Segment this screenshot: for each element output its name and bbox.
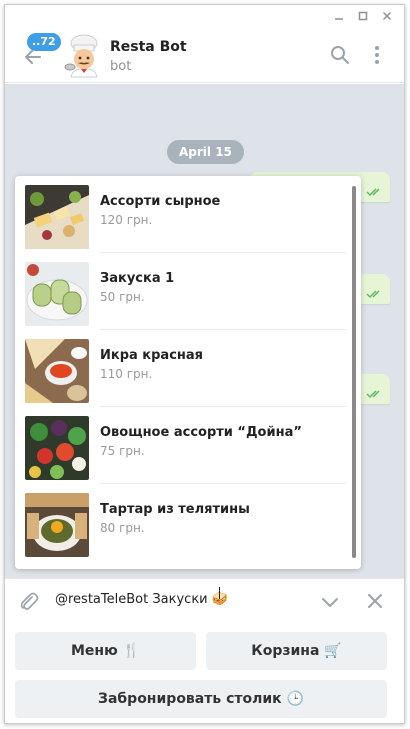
more-button[interactable] xyxy=(365,43,389,67)
result-price: 110 грн. xyxy=(100,367,153,381)
double-check-icon xyxy=(366,290,380,299)
search-button[interactable] xyxy=(328,43,352,67)
result-title: Закуска 1 xyxy=(100,271,175,286)
app-window: ..72 Resta Bot bot April 15 Ассорти сырн… xyxy=(4,4,405,724)
bot-keyboard: Меню 🍴 Корзина 🛒 Забронировать столик 🕒 xyxy=(5,622,404,723)
result-price: 80 грн. xyxy=(100,521,145,535)
inline-result-item[interactable]: Закуска 1 50 грн. xyxy=(15,253,347,330)
chevron-down-icon xyxy=(322,598,338,607)
reserve-table-button[interactable]: Забронировать столик 🕒 xyxy=(15,680,387,718)
result-title: Икра красная xyxy=(100,348,204,363)
result-price: 120 грн. xyxy=(100,213,153,227)
text-caret xyxy=(219,587,220,599)
bot-avatar[interactable] xyxy=(61,33,107,79)
chat-header: ..72 Resta Bot bot xyxy=(5,27,404,83)
paperclip-icon xyxy=(20,592,39,610)
result-title: Ассорти сырное xyxy=(100,194,221,209)
close-icon xyxy=(368,594,382,608)
result-thumbnail xyxy=(25,493,89,557)
red-caviar-image xyxy=(25,339,89,403)
inline-results-popup: Ассорти сырное 120 грн. Закуска 1 50 грн… xyxy=(15,176,361,569)
result-thumbnail xyxy=(25,262,89,326)
window-controls xyxy=(328,7,398,25)
result-title: Овощное ассорти “Дойна” xyxy=(100,425,302,440)
inline-result-item[interactable]: Тартар из телятины 80 грн. xyxy=(15,484,347,561)
inline-result-item[interactable]: Икра красная 110 грн. xyxy=(15,330,347,407)
message-input[interactable]: @restaTeleBot Закуски 🥪 xyxy=(55,592,228,607)
menu-button[interactable]: Меню 🍴 xyxy=(15,632,196,670)
maximize-icon xyxy=(358,11,368,21)
minimize-button[interactable] xyxy=(328,7,350,25)
result-thumbnail xyxy=(25,416,89,480)
minimize-icon xyxy=(335,18,343,20)
result-price: 50 грн. xyxy=(100,290,145,304)
result-title: Тартар из телятины xyxy=(100,502,250,517)
maximize-button[interactable] xyxy=(352,7,374,25)
collapse-button[interactable] xyxy=(319,591,341,613)
result-thumbnail xyxy=(25,339,89,403)
date-separator: April 15 xyxy=(167,140,244,164)
message-input-bar: @restaTeleBot Закуски 🥪 xyxy=(5,578,404,622)
cheese-platter-image xyxy=(25,185,89,249)
chat-title[interactable]: Resta Bot xyxy=(110,39,187,55)
close-icon xyxy=(382,11,392,21)
chat-area[interactable]: April 15 Ассорти сырное 120 грн. Закуска… xyxy=(5,84,404,578)
title-bar xyxy=(5,5,404,27)
zucchini-rolls-image xyxy=(25,262,89,326)
double-check-icon xyxy=(366,390,380,399)
chat-subtitle: bot xyxy=(110,59,132,74)
result-thumbnail xyxy=(25,185,89,249)
inline-result-item[interactable]: Ассорти сырное 120 грн. xyxy=(15,176,347,253)
more-vert-icon xyxy=(375,46,379,64)
cancel-inline-button[interactable] xyxy=(365,591,385,611)
search-icon xyxy=(331,46,349,64)
chef-avatar-icon xyxy=(64,34,98,78)
unread-badge: ..72 xyxy=(27,33,61,51)
attach-button[interactable] xyxy=(17,590,39,612)
vegetable-platter-image xyxy=(25,416,89,480)
inline-result-item[interactable]: Овощное ассорти “Дойна” 75 грн. xyxy=(15,407,347,484)
close-window-button[interactable] xyxy=(376,7,398,25)
cart-button[interactable]: Корзина 🛒 xyxy=(206,632,387,670)
double-check-icon xyxy=(366,188,380,197)
result-price: 75 грн. xyxy=(100,444,145,458)
scrollbar[interactable] xyxy=(352,186,356,558)
veal-tartare-image xyxy=(25,493,89,557)
